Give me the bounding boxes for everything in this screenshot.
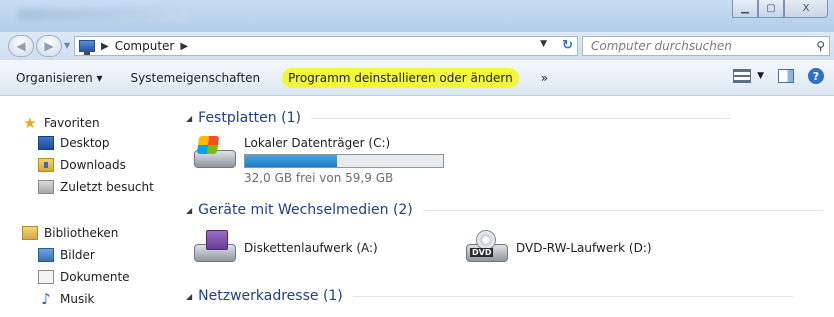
- dvd-badge: DVD: [470, 248, 494, 257]
- drive-usage-bar: [244, 154, 444, 168]
- address-dropdown-icon[interactable]: ▼: [540, 39, 547, 49]
- nav-item-label: Dokumente: [60, 270, 130, 284]
- content-pane: ◢ Festplatten (1) Lokaler Datenträger (C…: [172, 96, 834, 317]
- chevron-right-icon[interactable]: ▶: [101, 41, 109, 52]
- navigation-pane: ★ Favoriten Desktop Downloads Zuletzt be…: [0, 96, 172, 317]
- view-icon: [733, 69, 752, 83]
- drive-name: Diskettenlaufwerk (A:): [244, 241, 378, 255]
- maximize-button[interactable]: ▢: [758, 0, 784, 18]
- collapse-triangle-icon: ◢: [186, 205, 193, 215]
- section-divider: [352, 295, 793, 297]
- star-icon: ★: [23, 114, 37, 132]
- nav-favorites[interactable]: ★ Favoriten: [22, 114, 100, 132]
- nav-item-recent[interactable]: Zuletzt besucht: [38, 180, 154, 194]
- collapse-triangle-icon: ◢: [186, 113, 193, 123]
- section-title: Geräte mit Wechselmedien (2): [198, 202, 413, 218]
- title-bar: ▁ ▢ X: [0, 0, 834, 32]
- nav-item-label: Downloads: [60, 158, 126, 172]
- refresh-icon[interactable]: ↻: [562, 38, 573, 53]
- hard-drive-icon: [192, 136, 238, 172]
- close-button[interactable]: X: [784, 0, 828, 18]
- drive-d[interactable]: DVD DVD-RW-Laufwerk (D:): [464, 230, 652, 266]
- organize-button[interactable]: Organisieren ▾: [12, 71, 107, 85]
- address-row: ◀ ▶ ▼ ▶ Computer ▶ ▼ ↻ Computer durchsuc…: [0, 32, 834, 60]
- section-title: Netzwerkadresse (1): [198, 288, 343, 304]
- drive-c[interactable]: Lokaler Datenträger (C:) 32,0 GB frei vo…: [192, 136, 444, 185]
- drive-name: Lokaler Datenträger (C:): [244, 136, 391, 150]
- section-divider: [310, 117, 731, 119]
- nav-item-label: Desktop: [60, 136, 110, 150]
- system-properties-button[interactable]: Systemeigenschaften: [127, 71, 265, 85]
- nav-item-label: Musik: [60, 292, 95, 306]
- drive-usage-fill: [245, 155, 338, 167]
- help-icon[interactable]: ?: [808, 68, 824, 84]
- drive-a[interactable]: Diskettenlaufwerk (A:): [192, 230, 378, 266]
- nav-item-pictures[interactable]: Bilder: [38, 248, 95, 262]
- nav-libraries[interactable]: Bibliotheken: [22, 226, 118, 240]
- section-title: Festplatten (1): [198, 110, 301, 126]
- dvd-drive-icon: DVD: [464, 230, 510, 266]
- nav-item-downloads[interactable]: Downloads: [38, 158, 126, 172]
- forward-button[interactable]: ▶: [36, 35, 62, 57]
- downloads-icon: [38, 158, 54, 172]
- drive-name: DVD-RW-Laufwerk (D:): [516, 241, 652, 255]
- nav-libraries-label: Bibliotheken: [44, 226, 119, 240]
- uninstall-program-button[interactable]: Programm deinstallieren oder ändern: [282, 67, 519, 88]
- section-divider: [422, 209, 823, 211]
- more-commands-button[interactable]: »: [537, 71, 552, 85]
- chevron-down-icon: ▼: [757, 71, 764, 81]
- section-header-removable[interactable]: ◢ Geräte mit Wechselmedien (2): [186, 202, 823, 218]
- nav-item-documents[interactable]: Dokumente: [38, 270, 130, 284]
- window-controls: ▁ ▢ X: [732, 0, 828, 18]
- address-bar[interactable]: ▶ Computer ▶ ▼ ↻: [74, 36, 578, 56]
- toolbar-right: ▼ ?: [733, 68, 824, 84]
- command-bar: Organisieren ▾ Systemeigenschaften Progr…: [0, 60, 834, 96]
- change-view-button[interactable]: ▼: [733, 69, 764, 83]
- libraries-icon: [22, 226, 38, 240]
- nav-item-desktop[interactable]: Desktop: [38, 136, 110, 150]
- section-header-network[interactable]: ◢ Netzwerkadresse (1): [186, 288, 793, 304]
- computer-icon: [79, 40, 95, 55]
- search-input[interactable]: Computer durchsuchen ⚲: [582, 36, 830, 56]
- search-icon[interactable]: ⚲: [816, 39, 825, 53]
- preview-pane-icon[interactable]: [778, 69, 794, 83]
- pictures-icon: [38, 248, 54, 262]
- drive-free-space: 32,0 GB frei von 59,9 GB: [244, 171, 394, 185]
- window-title-blurred: [18, 9, 188, 21]
- history-dropdown-icon[interactable]: ▼: [64, 41, 70, 50]
- desktop-icon: [38, 136, 54, 150]
- floppy-drive-icon: [192, 230, 238, 266]
- chevron-right-icon[interactable]: ▶: [180, 41, 188, 52]
- documents-icon: [38, 270, 54, 284]
- recent-places-icon: [38, 180, 54, 194]
- search-placeholder: Computer durchsuchen: [591, 39, 732, 53]
- back-button[interactable]: ◀: [8, 35, 34, 57]
- nav-item-music[interactable]: ♪ Musik: [38, 290, 95, 308]
- nav-favorites-label: Favoriten: [44, 116, 100, 130]
- collapse-triangle-icon: ◢: [186, 291, 193, 301]
- music-icon: ♪: [41, 290, 51, 308]
- nav-item-label: Bilder: [60, 248, 95, 262]
- section-header-hdd[interactable]: ◢ Festplatten (1): [186, 110, 731, 126]
- minimize-button[interactable]: ▁: [732, 0, 758, 18]
- nav-item-label: Zuletzt besucht: [60, 180, 154, 194]
- breadcrumb-computer[interactable]: Computer: [115, 39, 175, 53]
